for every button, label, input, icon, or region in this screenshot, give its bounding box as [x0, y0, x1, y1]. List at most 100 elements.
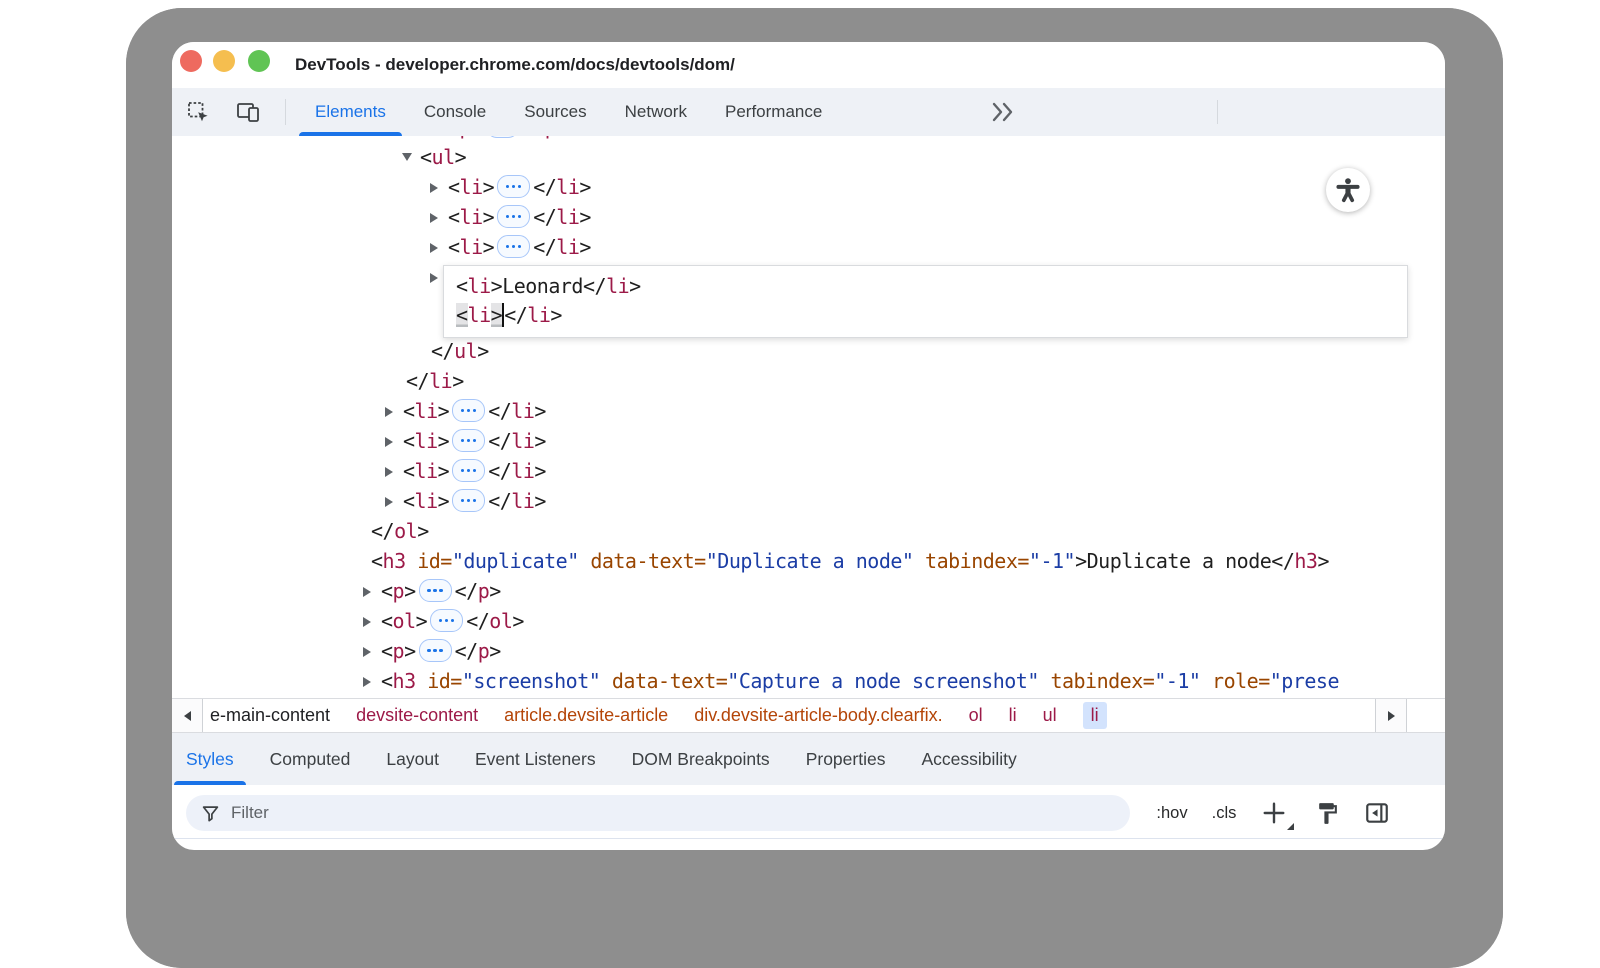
attribute-name: id=	[427, 669, 462, 693]
punctuation: </	[488, 399, 511, 423]
tab-event-listeners[interactable]: Event Listeners	[463, 733, 608, 785]
expand-arrow-icon[interactable]	[385, 396, 403, 426]
dom-tree-row[interactable]: <h3 id="duplicate" data-text="Duplicate …	[172, 546, 1445, 576]
breadcrumb: e-main-content devsite-content article.dev…	[172, 699, 1107, 732]
collapsed-content-pill[interactable]	[419, 639, 452, 662]
breadcrumb-scroll-right-button[interactable]	[1375, 699, 1407, 732]
attribute-value: "screenshot"	[462, 669, 601, 693]
tab-network[interactable]: Network	[606, 88, 706, 136]
toolbar-divider	[285, 99, 286, 125]
dom-tree-row[interactable]: <p></p>	[172, 636, 1445, 666]
collapsed-content-pill[interactable]	[419, 579, 452, 602]
punctuation: >	[477, 339, 489, 363]
tab-elements[interactable]: Elements	[296, 88, 405, 136]
attribute-value: "-1"	[1154, 669, 1200, 693]
html-edit-box[interactable]: <li>Leonard</li> <li></li>	[443, 265, 1408, 338]
dom-tree-row[interactable]: <li></li>	[172, 396, 1445, 426]
tab-sources[interactable]: Sources	[505, 88, 605, 136]
expand-arrow-icon[interactable]	[430, 232, 448, 262]
dom-tree-row[interactable]: <ol></ol>	[172, 606, 1445, 636]
dom-tree-row[interactable]: <li></li>	[172, 232, 1445, 262]
punctuation: >	[579, 205, 591, 229]
toggle-device-toolbar-icon[interactable]	[236, 100, 260, 124]
punctuation: <	[420, 145, 432, 169]
attribute-value: "duplicate"	[452, 549, 579, 573]
dom-tree-row[interactable]: </ul>	[172, 336, 1445, 366]
breadcrumb-item[interactable]: li	[1083, 702, 1107, 729]
breadcrumb-item[interactable]: ul	[1043, 705, 1057, 726]
collapsed-content-pill[interactable]	[497, 205, 530, 228]
collapsed-content-pill[interactable]	[452, 459, 485, 482]
expand-arrow-icon[interactable]	[385, 426, 403, 456]
expand-arrow-icon[interactable]	[363, 576, 381, 606]
dom-tree-row[interactable]: <p></p>	[172, 576, 1445, 606]
more-panels-icon[interactable]	[990, 101, 1016, 123]
dom-tree-row[interactable]: <li></li>	[172, 172, 1445, 202]
breadcrumb-item[interactable]: e-main-content	[210, 705, 330, 726]
attribute-name: id=	[417, 549, 452, 573]
collapsed-content-pill[interactable]	[486, 136, 519, 138]
tab-styles[interactable]: Styles	[174, 733, 246, 785]
expand-arrow-icon[interactable]	[385, 486, 403, 516]
breadcrumb-item[interactable]: ol	[969, 705, 983, 726]
tag-name: h3	[383, 549, 406, 573]
dom-tree-row[interactable]: <li></li>	[172, 202, 1445, 232]
dom-tree-row[interactable]: <h3 id="screenshot" data-text="Capture a…	[172, 666, 1445, 696]
styles-filter[interactable]	[186, 795, 1130, 831]
dom-tree-row[interactable]: <li></li>	[172, 486, 1445, 516]
expand-arrow-icon[interactable]	[430, 172, 448, 202]
breadcrumb-item[interactable]: article.devsite-article	[504, 705, 668, 726]
expand-arrow-icon[interactable]	[363, 636, 381, 666]
collapsed-content-pill[interactable]	[452, 399, 485, 422]
collapsed-content-pill[interactable]	[430, 609, 463, 632]
tab-properties[interactable]: Properties	[794, 733, 898, 785]
close-window-button[interactable]	[180, 50, 202, 72]
dom-tree-row[interactable]: </li>	[172, 366, 1445, 396]
collapsed-content-pill[interactable]	[452, 489, 485, 512]
tab-computed[interactable]: Computed	[258, 733, 363, 785]
breadcrumb-item[interactable]: li	[1009, 705, 1017, 726]
collapsed-content-pill[interactable]	[497, 235, 530, 258]
punctuation: </	[488, 429, 511, 453]
page-background: DevTools - developer.chrome.com/docs/dev…	[0, 0, 1600, 908]
text-node: Duplicate a node	[1087, 549, 1272, 573]
toggle-element-state-button[interactable]: :hov	[1150, 795, 1194, 831]
expand-arrow-icon[interactable]	[385, 456, 403, 486]
minimize-window-button[interactable]	[213, 50, 235, 72]
tab-console[interactable]: Console	[405, 88, 505, 136]
dom-tree-row[interactable]: <li></li>	[172, 456, 1445, 486]
breadcrumb-item[interactable]: devsite-content	[356, 705, 478, 726]
punctuation: </	[466, 609, 489, 633]
collapsed-content-pill[interactable]	[452, 429, 485, 452]
tag-name: li	[460, 175, 483, 199]
text-node: Leonard	[502, 274, 583, 298]
expand-arrow-icon[interactable]	[430, 202, 448, 232]
attribute-name: role=	[1212, 669, 1270, 693]
accessibility-overlay-button[interactable]	[1326, 168, 1370, 212]
tab-accessibility[interactable]: Accessibility	[909, 733, 1028, 785]
breadcrumb-item[interactable]: div.devsite-article-body.clearfix.	[694, 705, 942, 726]
edit-line[interactable]: <li></li>	[456, 301, 1407, 330]
element-classes-button[interactable]: .cls	[1202, 795, 1246, 831]
dom-tree-row[interactable]: <li></li>	[172, 426, 1445, 456]
punctuation: >	[438, 489, 450, 513]
dom-tree-row[interactable]: <ul>	[172, 142, 1445, 172]
new-style-rule-plus-icon[interactable]	[1260, 795, 1288, 831]
collapse-panel-icon[interactable]	[1362, 795, 1392, 831]
filter-input[interactable]	[229, 802, 1130, 824]
tag-name: li	[415, 489, 438, 513]
expand-arrow-icon[interactable]	[363, 666, 381, 696]
expand-arrow-icon[interactable]	[363, 606, 381, 636]
rendering-brush-icon[interactable]	[1312, 795, 1342, 831]
inspect-element-icon[interactable]	[186, 100, 210, 124]
tab-performance[interactable]: Performance	[706, 88, 841, 136]
zoom-window-button[interactable]	[248, 50, 270, 72]
tab-layout[interactable]: Layout	[374, 733, 451, 785]
collapse-arrow-icon[interactable]	[402, 142, 420, 172]
tab-dom-breakpoints[interactable]: DOM Breakpoints	[620, 733, 782, 785]
collapsed-content-pill[interactable]	[497, 175, 530, 198]
tag-name: p	[545, 136, 557, 139]
dom-tree-row[interactable]: </ol>	[172, 516, 1445, 546]
toolbar-divider	[1217, 100, 1218, 124]
edit-line[interactable]: <li>Leonard</li>	[456, 272, 1407, 301]
